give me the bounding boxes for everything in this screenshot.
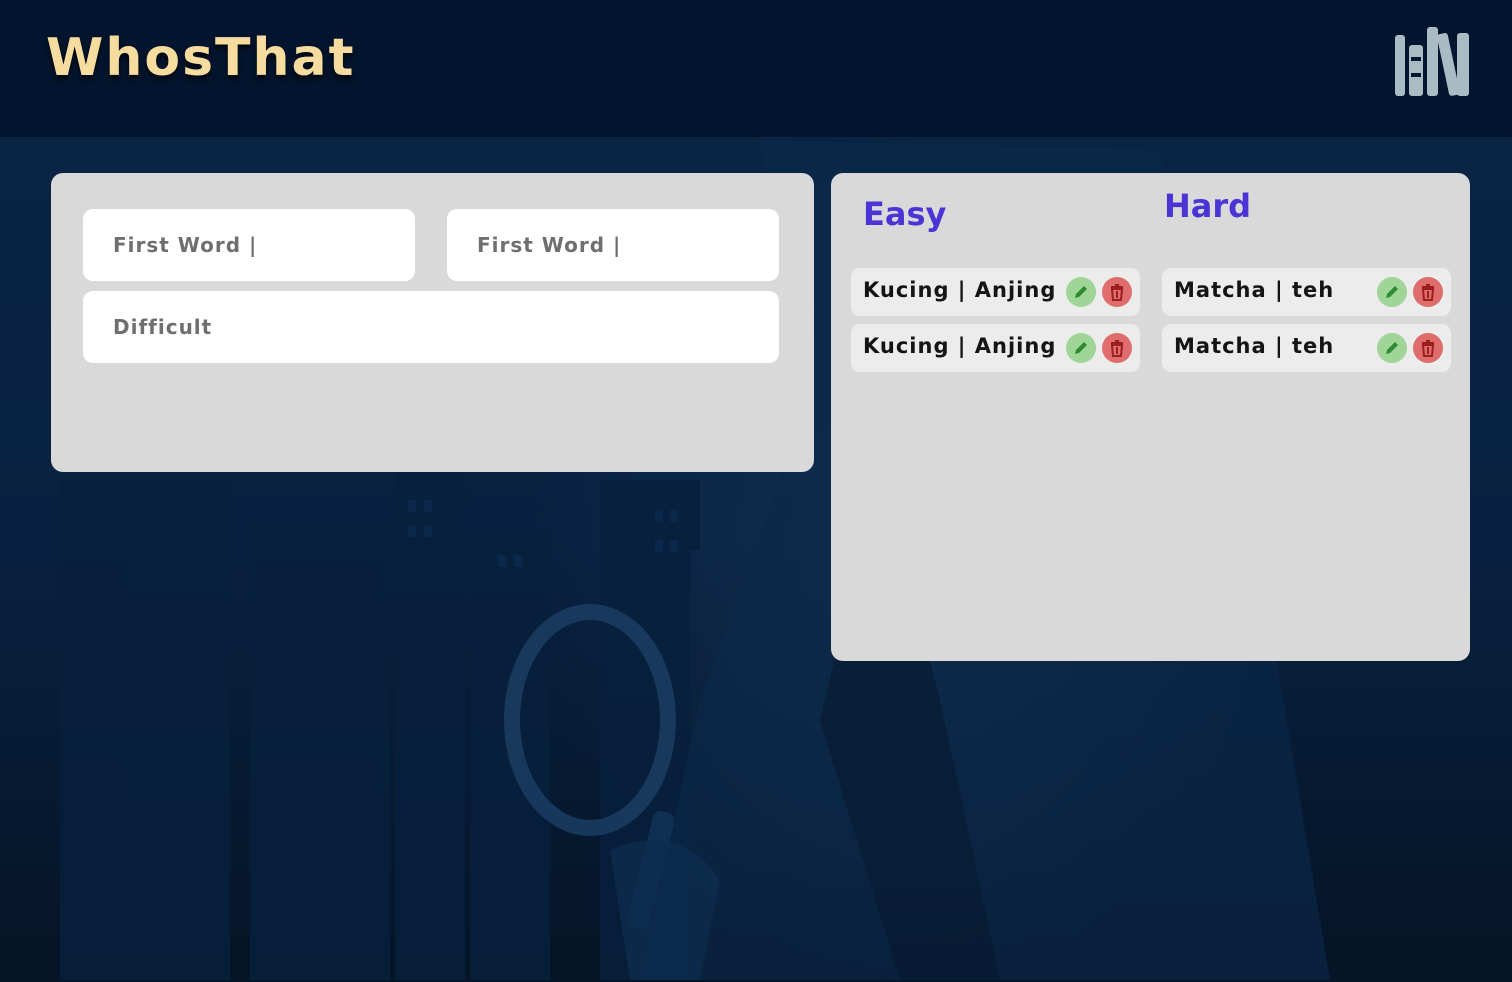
bookshelf-icon[interactable] [1394,25,1472,97]
hard-list-item: Matcha | teh [1162,268,1451,316]
word-pair-text: Kucing | Anjing [863,334,1057,358]
edit-button[interactable] [1377,333,1407,363]
second-word-input[interactable] [447,209,779,281]
easy-list-item: Kucing | Anjing [851,324,1140,372]
trash-icon [1110,284,1124,301]
hard-column-title: Hard [1164,187,1252,225]
trash-icon [1421,284,1435,301]
app-header: WhosThat [0,0,1512,137]
word-pair-text: Matcha | teh [1174,278,1335,302]
pencil-icon [1075,342,1087,354]
edit-button[interactable] [1066,333,1096,363]
trash-icon [1421,340,1435,357]
trash-icon [1110,340,1124,357]
hard-list-item: Matcha | teh [1162,324,1451,372]
delete-button[interactable] [1413,277,1443,307]
word-form-panel [51,173,814,472]
pencil-icon [1386,286,1398,298]
edit-button[interactable] [1377,277,1407,307]
word-pair-text: Matcha | teh [1174,334,1335,358]
app-logo: WhosThat [46,28,356,88]
first-word-input[interactable] [83,209,415,281]
easy-column-title: Easy [863,195,947,233]
pencil-icon [1075,286,1087,298]
difficulty-input[interactable] [83,291,779,363]
pencil-icon [1386,342,1398,354]
word-list-panel: Easy Hard Kucing | Anjing Kucing | Anjin… [831,173,1470,661]
delete-button[interactable] [1102,333,1132,363]
word-pair-text: Kucing | Anjing [863,278,1057,302]
delete-button[interactable] [1102,277,1132,307]
easy-list-item: Kucing | Anjing [851,268,1140,316]
delete-button[interactable] [1413,333,1443,363]
edit-button[interactable] [1066,277,1096,307]
